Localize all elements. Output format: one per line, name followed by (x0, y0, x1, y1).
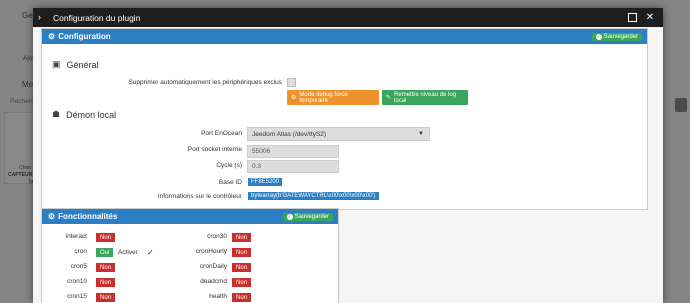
functionalities-panel: ⚙ Fonctionnalités ✓ Sauvegarder interact… (41, 208, 339, 303)
save-config-button[interactable]: ✓ Sauvegarder (591, 32, 642, 41)
controller-info-value: bytearray(b'GATEWAYCTRL\x00\x00\x00\x00'… (248, 192, 379, 200)
func-deadcmd-state: Non (232, 278, 252, 287)
func-cron15-state: Non (96, 293, 116, 302)
general-section-title: ▣ Général (52, 59, 99, 70)
configuration-title: Configuration (58, 32, 111, 41)
cycle-input-value: 0.3 (252, 163, 262, 170)
paperclip-icon: ✎ (386, 95, 392, 101)
port-label: Port EnOcean (201, 130, 242, 137)
func-health-state: Non (232, 293, 252, 302)
check-circle-icon: ✓ (595, 33, 602, 40)
reset-log-level-button[interactable]: ✎ Remettre niveau de log local (382, 90, 468, 105)
func-cron10-label: cron10 (67, 278, 87, 285)
func-cron-label: cron (74, 248, 87, 255)
port-select[interactable]: Jeedom Atlas (/dev/ttyS2) ▼ (247, 127, 430, 141)
func-cron-activate-checkbox[interactable]: ✓ (147, 248, 154, 257)
close-icon[interactable]: ✕ (645, 12, 655, 23)
debug-mode-button[interactable]: ⚙ Mode debug forcé temporaire (287, 90, 379, 105)
reset-log-level-label: Remettre niveau de log local (394, 91, 457, 104)
func-cron5-state: Non (96, 263, 116, 272)
socket-input[interactable]: 55006 (247, 145, 339, 158)
maximize-icon[interactable] (627, 13, 637, 23)
func-cronhourly-state: Non (232, 248, 252, 257)
func-interact-state: Non (96, 233, 116, 242)
configuration-header: ⚙ Configuration ✓ Sauvegarder (42, 29, 647, 44)
caret-down-icon: ▼ (418, 131, 424, 137)
daemon-icon: ☗ (52, 109, 61, 119)
gears-icon: ⚙ (291, 95, 297, 101)
configuration-panel: ⚙ Configuration ✓ Sauvegarder ▣ Général … (41, 28, 648, 210)
cycle-input[interactable]: 0.3 (247, 160, 339, 173)
cog-icon: ⚙ (48, 212, 56, 221)
func-interact-label: interact (65, 233, 87, 240)
cycle-label: Cycle (s) (216, 162, 242, 169)
func-crondaily-state: Non (232, 263, 252, 272)
save-functions-button[interactable]: ✓ Sauvegarder (282, 212, 333, 221)
save-functions-label: Sauvegarder (294, 213, 329, 220)
chevron-right-icon: › (38, 12, 41, 22)
gears-icon: ⚙ (48, 32, 56, 41)
functionalities-header: ⚙ Fonctionnalités ✓ Sauvegarder (42, 209, 338, 224)
auto-delete-label: Supprimer automatiquement les périphériq… (128, 79, 282, 86)
func-cronhourly-label: cronHourly (195, 248, 227, 255)
plugin-config-modal: › Configuration du plugin ✕ ⚙ Configurat… (33, 8, 663, 303)
func-cron30-state: Non (232, 233, 252, 242)
daemon-section-title: ☗ Démon local (52, 109, 116, 120)
check-circle-icon: ✓ (286, 213, 293, 220)
func-cron10-state: Non (96, 278, 116, 287)
functionalities-title: Fonctionnalités (58, 212, 118, 221)
func-health-label: health (209, 293, 227, 300)
port-select-value: Jeedom Atlas (/dev/ttyS2) (252, 130, 327, 138)
auto-delete-checkbox[interactable] (287, 78, 296, 87)
func-cron5-label: cron5 (70, 263, 87, 270)
modal-titlebar: › Configuration du plugin ✕ (33, 8, 663, 27)
func-crondaily-label: cronDaily (199, 263, 227, 270)
daemon-title: Démon local (66, 109, 117, 120)
controller-info-label: Informations sur le contrôleur (157, 193, 242, 200)
modal-title: Configuration du plugin (53, 12, 141, 23)
func-deadcmd-label: deadcmd (200, 278, 227, 285)
base-id-value: FF8E5200 (248, 178, 283, 186)
save-config-label: Sauvegarder (603, 33, 638, 40)
general-title: Général (66, 59, 99, 70)
func-cron-activate-label: Activer (118, 249, 138, 256)
wrench-icon: ▣ (52, 59, 61, 69)
debug-mode-label: Mode debug forcé temporaire (299, 91, 348, 104)
func-cron15-label: cron15 (67, 293, 87, 300)
base-id-label: Base ID (218, 179, 242, 186)
func-cron30-label: cron30 (207, 233, 227, 240)
socket-input-value: 55006 (252, 148, 271, 155)
socket-label: Port socket interne (187, 146, 242, 153)
func-cron-state: Oui (96, 248, 114, 257)
